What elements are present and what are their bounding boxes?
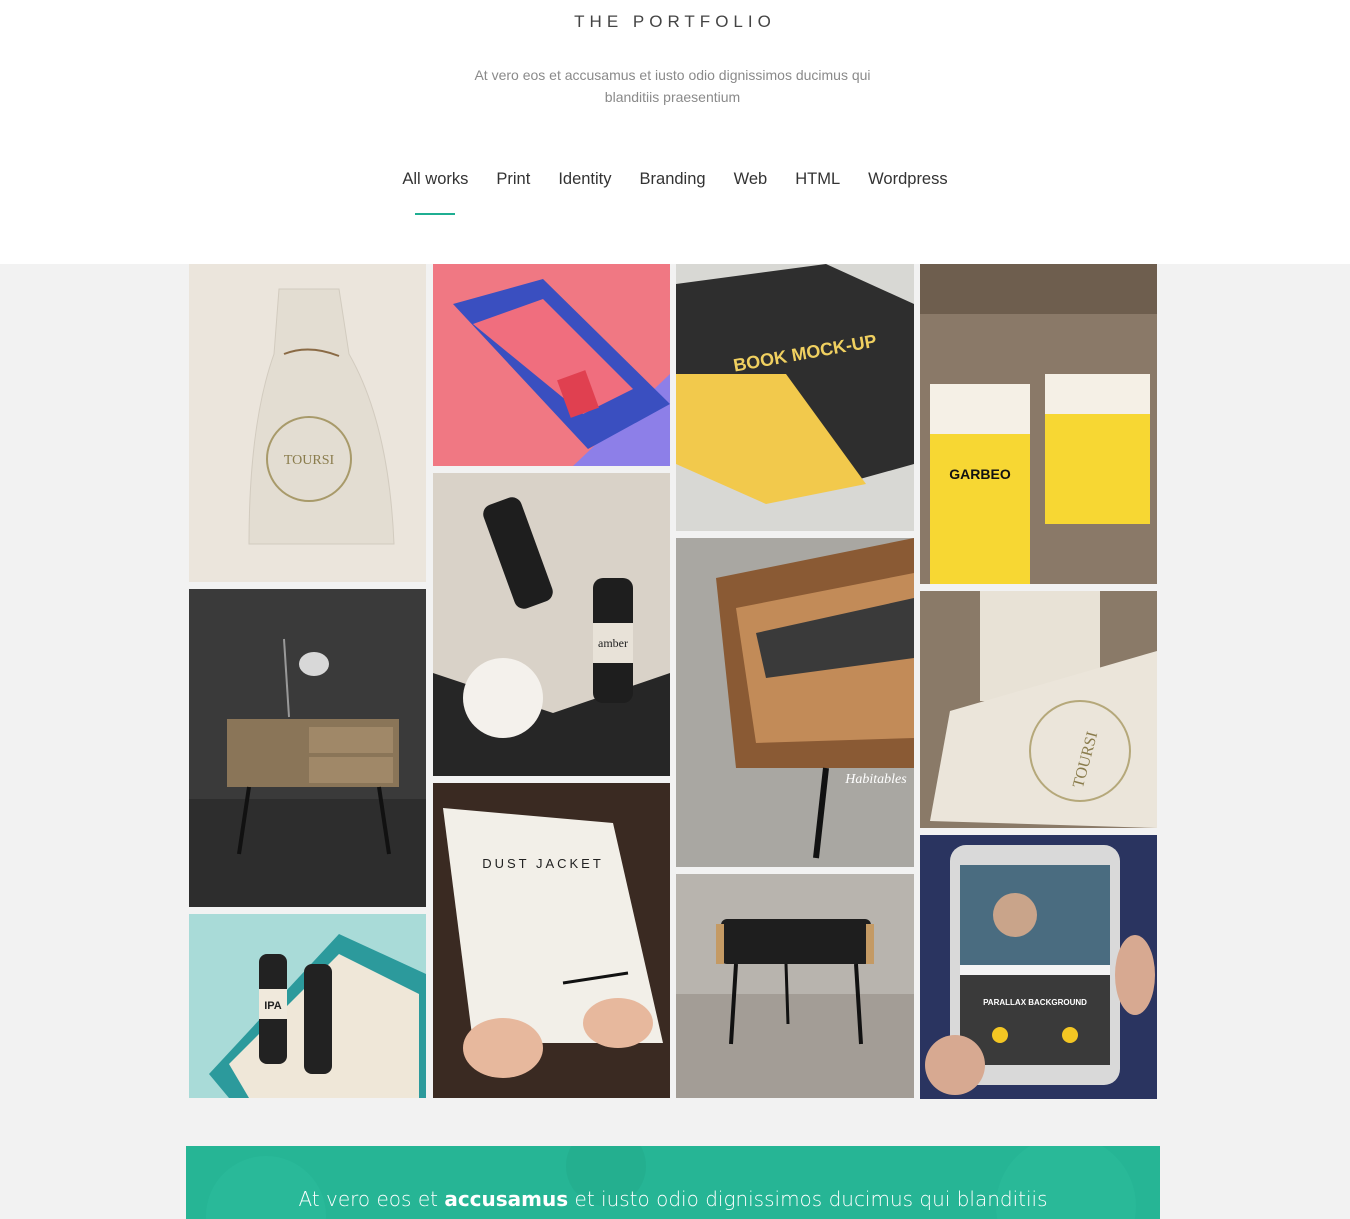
- portfolio-item-tablet[interactable]: PARALLAX BACKGROUND: [920, 835, 1157, 1099]
- tablet-mockup-icon: PARALLAX BACKGROUND: [920, 835, 1157, 1099]
- portfolio-item-dust-jacket[interactable]: DUST JACKET: [433, 783, 670, 1098]
- portfolio-item-nightstand[interactable]: [189, 589, 426, 907]
- paper-bag-tours-icon: TOURSI: [189, 264, 426, 582]
- portfolio-item-paper-bag-closeup[interactable]: TOURSI: [920, 591, 1157, 828]
- portfolio-item-amber-bottles[interactable]: amber: [433, 473, 670, 776]
- portfolio-filter-bar: All works Print Identity Branding Web HT…: [0, 168, 1350, 191]
- portfolio-item-wooden-tray[interactable]: Habitables: [676, 538, 914, 867]
- portfolio-item-book-mockup[interactable]: BOOK MOCK-UP: [676, 264, 914, 531]
- book-cover-icon: [433, 264, 670, 466]
- portfolio-item-garbeo[interactable]: GARBEO: [920, 264, 1157, 584]
- stool-icon: [676, 874, 914, 1098]
- filter-html[interactable]: HTML: [781, 168, 854, 191]
- svg-text:Habitables: Habitables: [844, 772, 907, 787]
- filter-web[interactable]: Web: [720, 168, 782, 191]
- chair-nightstand-icon: [189, 589, 426, 907]
- paper-bag-closeup-icon: TOURSI: [920, 591, 1157, 828]
- svg-text:IPA: IPA: [264, 1000, 282, 1012]
- svg-text:GARBEO: GARBEO: [949, 466, 1011, 482]
- wooden-tray-icon: Habitables: [676, 538, 914, 867]
- beer-box-icon: IPA: [189, 914, 426, 1098]
- svg-text:amber: amber: [598, 636, 628, 650]
- filter-branding[interactable]: Branding: [626, 168, 720, 191]
- svg-text:DUST JACKET: DUST JACKET: [482, 856, 604, 871]
- garbeo-bags-icon: GARBEO: [920, 264, 1157, 584]
- portfolio-item-paper-bag[interactable]: TOURSI: [189, 264, 426, 582]
- page-subtitle: At vero eos et accusamus et iusto odio d…: [474, 67, 871, 105]
- book-mockup-icon: BOOK MOCK-UP: [676, 264, 914, 531]
- promo-banner: At vero eos et accusamus et iusto odio d…: [186, 1146, 1160, 1219]
- page-title: THE PORTFOLIO: [574, 12, 776, 31]
- filter-print[interactable]: Print: [482, 168, 544, 191]
- portfolio-item-book-cover[interactable]: [433, 264, 670, 466]
- banner-text: At vero eos et accusamus et iusto odio d…: [298, 1187, 1048, 1211]
- filter-wordpress[interactable]: Wordpress: [854, 168, 961, 191]
- portfolio-item-beer-box[interactable]: IPA: [189, 914, 426, 1098]
- portfolio-header: THE PORTFOLIO At vero eos et accusamus e…: [0, 0, 1350, 264]
- dust-jacket-book-icon: DUST JACKET: [433, 783, 670, 1098]
- portfolio-item-stool[interactable]: [676, 874, 914, 1098]
- svg-text:PARALLAX BACKGROUND: PARALLAX BACKGROUND: [983, 998, 1087, 1007]
- amber-bottles-icon: amber: [433, 473, 670, 776]
- filter-all-works[interactable]: All works: [388, 168, 482, 191]
- filter-identity[interactable]: Identity: [544, 168, 625, 191]
- svg-text:TOURSI: TOURSI: [284, 453, 335, 468]
